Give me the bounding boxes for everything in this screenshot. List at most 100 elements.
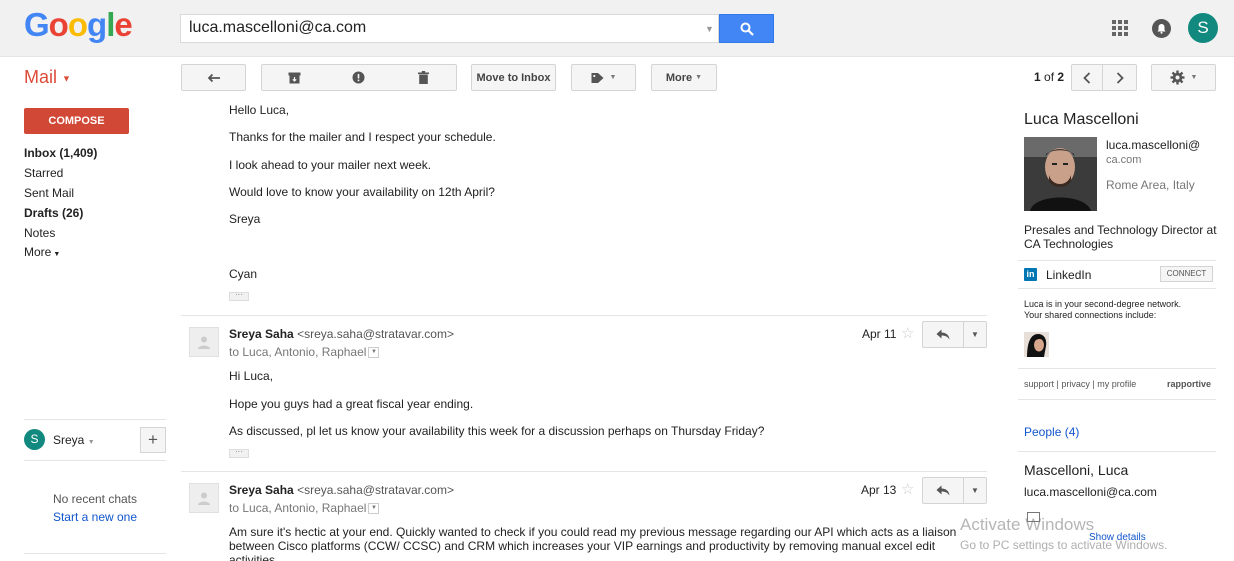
gmail-window: Google luca.mascelloni@ca.com ▼ S Mail ▼… xyxy=(0,0,1234,561)
nav-item-drafts[interactable]: Drafts (26) xyxy=(24,206,83,220)
trash-icon xyxy=(418,71,429,84)
older-button[interactable] xyxy=(1103,64,1137,91)
message-date: Apr 13 xyxy=(861,483,897,497)
chat-status-menu[interactable]: Sreya ▼ xyxy=(53,433,95,447)
delete-button[interactable] xyxy=(391,64,457,91)
labels-button[interactable]: ▼ xyxy=(571,64,636,91)
reply-button[interactable] xyxy=(922,321,964,348)
show-details-chevron-icon[interactable]: ▼ xyxy=(368,503,380,515)
message-body-line: Hope you guys had a great fiscal year en… xyxy=(229,397,474,411)
sender-name: Sreya Saha xyxy=(229,483,294,497)
chevron-down-icon: ▼ xyxy=(695,74,703,81)
sender-email: <sreya.saha@stratavar.com> xyxy=(297,327,454,341)
report-spam-icon xyxy=(352,71,365,84)
top-bar: Google luca.mascelloni@ca.com ▼ S xyxy=(0,0,1234,57)
archive-icon xyxy=(288,72,300,83)
message-date: Apr 11 xyxy=(862,327,897,341)
start-new-chat-link[interactable]: Start a new one xyxy=(24,510,166,524)
connect-button[interactable]: CONNECT xyxy=(1160,266,1213,282)
notifications-bell-icon[interactable] xyxy=(1152,19,1171,38)
show-trimmed-content-button[interactable]: ··· xyxy=(229,291,249,301)
search-input[interactable]: luca.mascelloni@ca.com xyxy=(180,14,719,43)
more-actions-button[interactable]: More ▼ xyxy=(651,64,717,91)
message-body-line: Would love to know your availability on … xyxy=(229,185,495,199)
person-icon xyxy=(198,336,210,349)
contact-location: Rome Area, Italy xyxy=(1106,178,1195,192)
more-actions-label: More xyxy=(665,71,693,84)
linkedin-label[interactable]: LinkedIn xyxy=(1046,268,1091,282)
pager-current: 1 xyxy=(1034,70,1041,84)
newer-button[interactable] xyxy=(1071,64,1103,91)
label-tag-icon xyxy=(591,72,604,83)
message-more-button[interactable]: ▼ xyxy=(964,321,987,348)
divider xyxy=(1018,260,1216,261)
recipients-text: to Luca, Antonio, Raphael xyxy=(229,345,367,359)
sender-email: <sreya.saha@stratavar.com> xyxy=(297,483,454,497)
pagination-text: 1 of 2 xyxy=(1034,70,1064,84)
settings-button[interactable]: ▼ xyxy=(1151,64,1216,91)
sender-name: Sreya Saha xyxy=(229,327,294,341)
search-button[interactable] xyxy=(719,14,774,43)
chat-user-avatar[interactable]: S xyxy=(24,429,45,450)
divider xyxy=(24,419,166,420)
message-body-line: Cyan xyxy=(229,267,258,281)
reply-button[interactable] xyxy=(922,477,964,504)
message-body-line: activities xyxy=(229,553,276,561)
gear-icon xyxy=(1170,70,1185,85)
activation-watermark-title: Activate Windows xyxy=(960,515,1095,534)
new-chat-button[interactable]: + xyxy=(140,427,166,453)
no-chats-text: No recent chats xyxy=(52,492,138,506)
search-options-caret-icon[interactable]: ▼ xyxy=(705,24,714,34)
report-spam-button[interactable] xyxy=(326,64,392,91)
chat-user-name: Sreya xyxy=(53,433,85,447)
rapportive-brand[interactable]: rapportive xyxy=(1167,379,1211,389)
activation-watermark-subtitle: Go to PC settings to activate Windows. xyxy=(960,538,1168,552)
message-more-button[interactable]: ▼ xyxy=(964,477,987,504)
chevron-down-icon: ▼ xyxy=(62,73,71,84)
message-sender[interactable]: Sreya Saha <sreya.saha@stratavar.com> xyxy=(229,327,454,341)
chevron-down-icon: ▼ xyxy=(53,251,61,258)
google-logo[interactable]: Google xyxy=(24,6,133,44)
network-info-line1: Luca is in your second-degree network. xyxy=(1024,299,1182,309)
show-details-chevron-icon[interactable]: ▼ xyxy=(368,347,380,359)
nav-more-label: More xyxy=(24,245,52,259)
people-section-link[interactable]: People (4) xyxy=(1024,425,1079,439)
compose-button[interactable]: COMPOSE xyxy=(24,108,129,134)
message-body-line: As discussed, pl let us know your availa… xyxy=(229,424,765,438)
apps-grid-icon[interactable] xyxy=(1112,20,1128,36)
nav-item-notes[interactable]: Notes xyxy=(24,226,55,240)
show-trimmed-content-button[interactable]: ··· xyxy=(229,448,249,458)
nav-item-starred[interactable]: Starred xyxy=(24,166,63,180)
back-arrow-icon xyxy=(207,73,220,82)
pager-of: of xyxy=(1044,70,1055,84)
contact-photo xyxy=(1024,137,1097,211)
message-divider xyxy=(181,315,987,316)
chevron-left-icon xyxy=(1083,71,1091,84)
nav-item-more[interactable]: More ▼ xyxy=(24,245,60,259)
contact-email-link[interactable]: luca.mascelloni@ ca.com xyxy=(1106,138,1200,167)
shared-connection-avatar[interactable] xyxy=(1024,332,1049,357)
nav-item-inbox[interactable]: Inbox (1,409) xyxy=(24,146,97,160)
rapportive-footer-links[interactable]: support | privacy | my profile xyxy=(1024,379,1136,389)
nav-item-sent-mail[interactable]: Sent Mail xyxy=(24,186,74,200)
account-avatar[interactable]: S xyxy=(1188,13,1218,43)
message-sender[interactable]: Sreya Saha <sreya.saha@stratavar.com> xyxy=(229,483,454,497)
sender-avatar xyxy=(189,327,219,357)
move-to-inbox-button[interactable]: Move to Inbox xyxy=(471,64,556,91)
recipients-line: to Luca, Antonio, Raphael ▼ xyxy=(229,501,380,515)
message-body-line: Hello Luca, xyxy=(229,103,290,117)
search-icon xyxy=(740,22,754,36)
message-body-line: Am sure it's hectic at your end. Quickly… xyxy=(229,525,957,539)
person-icon xyxy=(198,492,210,505)
star-icon[interactable]: ☆ xyxy=(901,324,914,342)
chevron-down-icon: ▼ xyxy=(1190,74,1198,81)
reply-icon xyxy=(936,329,950,340)
archive-button[interactable] xyxy=(261,64,327,91)
mail-switcher[interactable]: Mail ▼ xyxy=(24,67,71,88)
contact-card-name: Mascelloni, Luca xyxy=(1024,462,1129,478)
back-button[interactable] xyxy=(181,64,246,91)
star-icon[interactable]: ☆ xyxy=(901,480,914,498)
chevron-down-icon: ▼ xyxy=(609,74,617,81)
chevron-right-icon xyxy=(1116,71,1124,84)
mail-label: Mail xyxy=(24,67,58,87)
